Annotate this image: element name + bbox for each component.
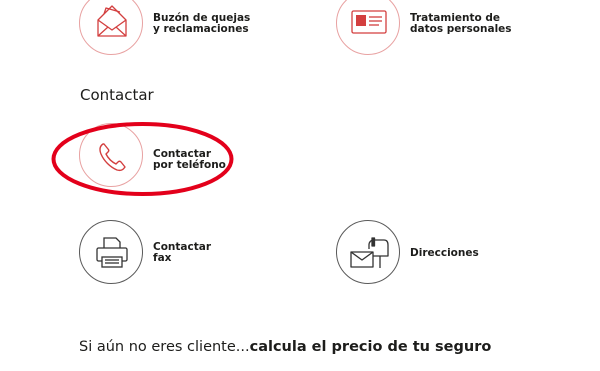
complaints-mailbox-link[interactable]: Buzón de quejas y reclamaciones — [79, 0, 279, 56]
footer-prefix: Si aún no eres cliente... — [79, 339, 250, 355]
contact-phone-label-line2: por teléfono — [153, 159, 226, 171]
personal-data-link[interactable]: Tratamiento de datos personales — [336, 0, 556, 56]
section-title: Contactar — [80, 86, 154, 104]
contact-fax-label: Contactar fax — [153, 242, 211, 264]
contact-fax-label-line2: fax — [153, 252, 172, 264]
addresses-label: Direcciones — [410, 248, 479, 259]
contact-fax-link[interactable]: Contactar fax — [79, 220, 229, 286]
phone-icon-circle — [79, 123, 143, 187]
mailbox-icon — [350, 237, 389, 268]
id-card-icon — [351, 10, 387, 34]
complaints-icon-circle — [79, 0, 143, 55]
phone-icon — [99, 143, 126, 172]
contact-phone-link[interactable]: Contactar por teléfono — [79, 123, 229, 189]
complaints-label-line2: y reclamaciones — [153, 23, 249, 35]
contact-phone-label: Contactar por teléfono — [153, 149, 226, 171]
page: Buzón de quejas y reclamaciones Tratamie… — [0, 0, 600, 371]
personal-data-label-line2: datos personales — [410, 23, 512, 35]
mail-envelope-icon — [97, 5, 127, 37]
addresses-icon-circle — [336, 220, 400, 284]
footer-cta: Si aún no eres cliente...calcula el prec… — [79, 339, 491, 355]
complaints-label: Buzón de quejas y reclamaciones — [153, 13, 250, 35]
quote-link[interactable]: calcula el precio de tu seguro — [250, 339, 492, 355]
fax-icon — [96, 237, 128, 268]
addresses-label-line1: Direcciones — [410, 247, 479, 259]
fax-icon-circle — [79, 220, 143, 284]
addresses-link[interactable]: Direcciones — [336, 220, 496, 286]
personal-data-label: Tratamiento de datos personales — [410, 13, 512, 35]
personal-data-icon-circle — [336, 0, 400, 55]
